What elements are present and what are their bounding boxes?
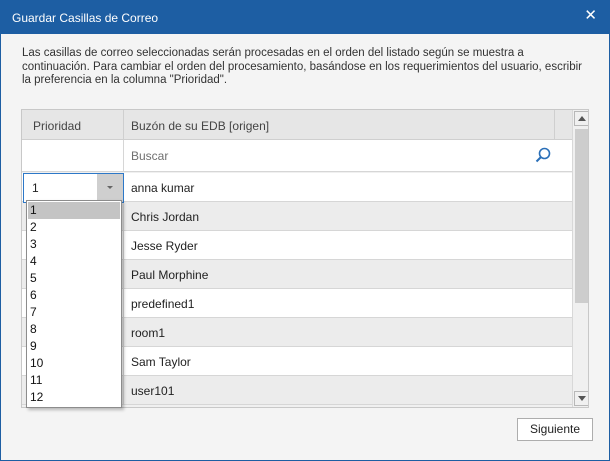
mailbox-name: Paul Morphine <box>131 268 209 282</box>
priority-option[interactable]: 8 <box>28 321 120 338</box>
column-header-priority[interactable]: Prioridad <box>22 110 124 140</box>
priority-option[interactable]: 5 <box>28 270 120 287</box>
mailbox-name: Sam Taylor <box>131 355 191 369</box>
chevron-down-icon[interactable] <box>97 174 123 202</box>
priority-option[interactable]: 12 <box>28 389 120 406</box>
priority-option[interactable]: 4 <box>28 253 120 270</box>
close-icon[interactable]: ✕ <box>584 6 597 24</box>
vertical-scrollbar[interactable] <box>572 110 588 407</box>
priority-option[interactable]: 9 <box>28 338 120 355</box>
scroll-down-arrow-icon[interactable] <box>574 391 588 406</box>
priority-combobox-value: 1 <box>32 181 39 195</box>
priority-combobox[interactable]: 1 <box>23 173 124 203</box>
search-row <box>22 140 572 172</box>
priority-dropdown-list[interactable]: 1 2 3 4 5 6 7 8 9 10 11 12 <box>26 200 122 408</box>
title-bar: Guardar Casillas de Correo ✕ <box>1 1 609 34</box>
priority-option[interactable]: 2 <box>28 219 120 236</box>
priority-option[interactable]: 7 <box>28 304 120 321</box>
scrollbar-thumb[interactable] <box>575 129 588 303</box>
mailbox-name: Chris Jordan <box>131 210 200 224</box>
priority-option[interactable]: 10 <box>28 355 120 372</box>
mailbox-name: user101 <box>131 384 175 398</box>
priority-option[interactable]: 3 <box>28 236 120 253</box>
search-row-priority-cell <box>22 140 124 171</box>
mailbox-name: anna kumar <box>131 181 195 195</box>
window-title: Guardar Casillas de Correo <box>12 11 159 25</box>
priority-option[interactable]: 6 <box>28 287 120 304</box>
next-button[interactable]: Siguiente <box>517 418 593 441</box>
mailbox-name: predefined1 <box>131 297 195 311</box>
column-header-mailbox[interactable]: Buzón de su EDB [origen] <box>124 110 554 140</box>
column-header-extra <box>554 110 572 140</box>
mailbox-name: room1 <box>131 326 166 340</box>
priority-option[interactable]: 11 <box>28 372 120 389</box>
mailbox-name: Jesse Ryder <box>131 239 198 253</box>
priority-option[interactable]: 1 <box>28 202 120 219</box>
grid-header: Prioridad Buzón de su EDB [origen] <box>22 110 572 140</box>
search-input[interactable] <box>131 148 531 164</box>
scroll-up-arrow-icon[interactable] <box>574 111 588 126</box>
description-text: Las casillas de correo seleccionadas ser… <box>22 47 582 86</box>
search-icon[interactable] <box>534 146 552 164</box>
